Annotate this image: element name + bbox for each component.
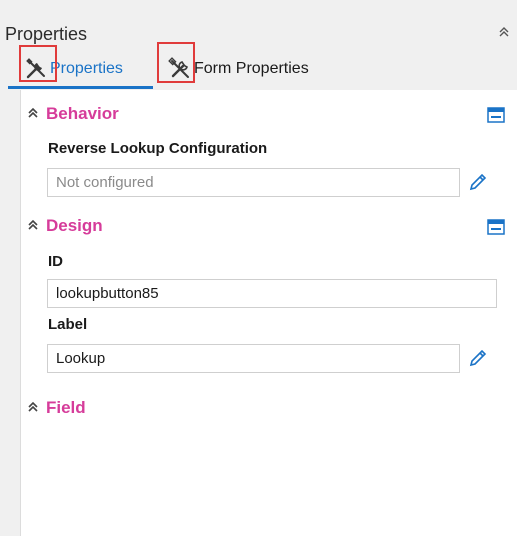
edit-label-button[interactable] [467,347,489,369]
tab-bar: Properties Form Properties [0,50,517,90]
panel-title: Properties [5,24,88,44]
section-header-behavior[interactable]: Behavior [27,104,119,124]
section-header-design[interactable]: Design [27,216,103,236]
tab-properties-label: Properties [50,60,123,77]
tab-form-properties-label: Form Properties [194,60,309,77]
field-label-label: Label [48,316,88,333]
annotation-highlight-box [19,45,57,82]
section-title-field: Field [46,398,86,417]
double-chevron-up-icon [27,218,39,234]
field-label-id: ID [48,253,63,270]
window-icon[interactable] [487,107,505,123]
reverse-lookup-field[interactable] [47,168,460,197]
properties-panel: Properties Properties Form Properties Be… [0,0,517,536]
edit-reverse-lookup-button[interactable] [467,171,489,193]
pencil-icon [469,173,487,191]
section-header-field[interactable]: Field [27,398,86,418]
double-chevron-up-icon [27,400,39,416]
panel-header: Properties [0,0,517,50]
active-tab-indicator [8,86,153,89]
section-title-behavior: Behavior [46,104,119,123]
window-icon[interactable] [487,219,505,235]
collapse-panel-icon[interactable] [497,26,511,40]
section-title-design: Design [46,216,103,235]
field-label-reverse-lookup: Reverse Lookup Configuration [48,140,268,157]
annotation-highlight-box [157,42,195,83]
id-field[interactable] [47,279,497,308]
label-field[interactable] [47,344,460,373]
pencil-icon [469,349,487,367]
properties-content: Behavior Reverse Lookup Configuration No… [20,90,517,536]
double-chevron-up-icon [27,106,39,122]
